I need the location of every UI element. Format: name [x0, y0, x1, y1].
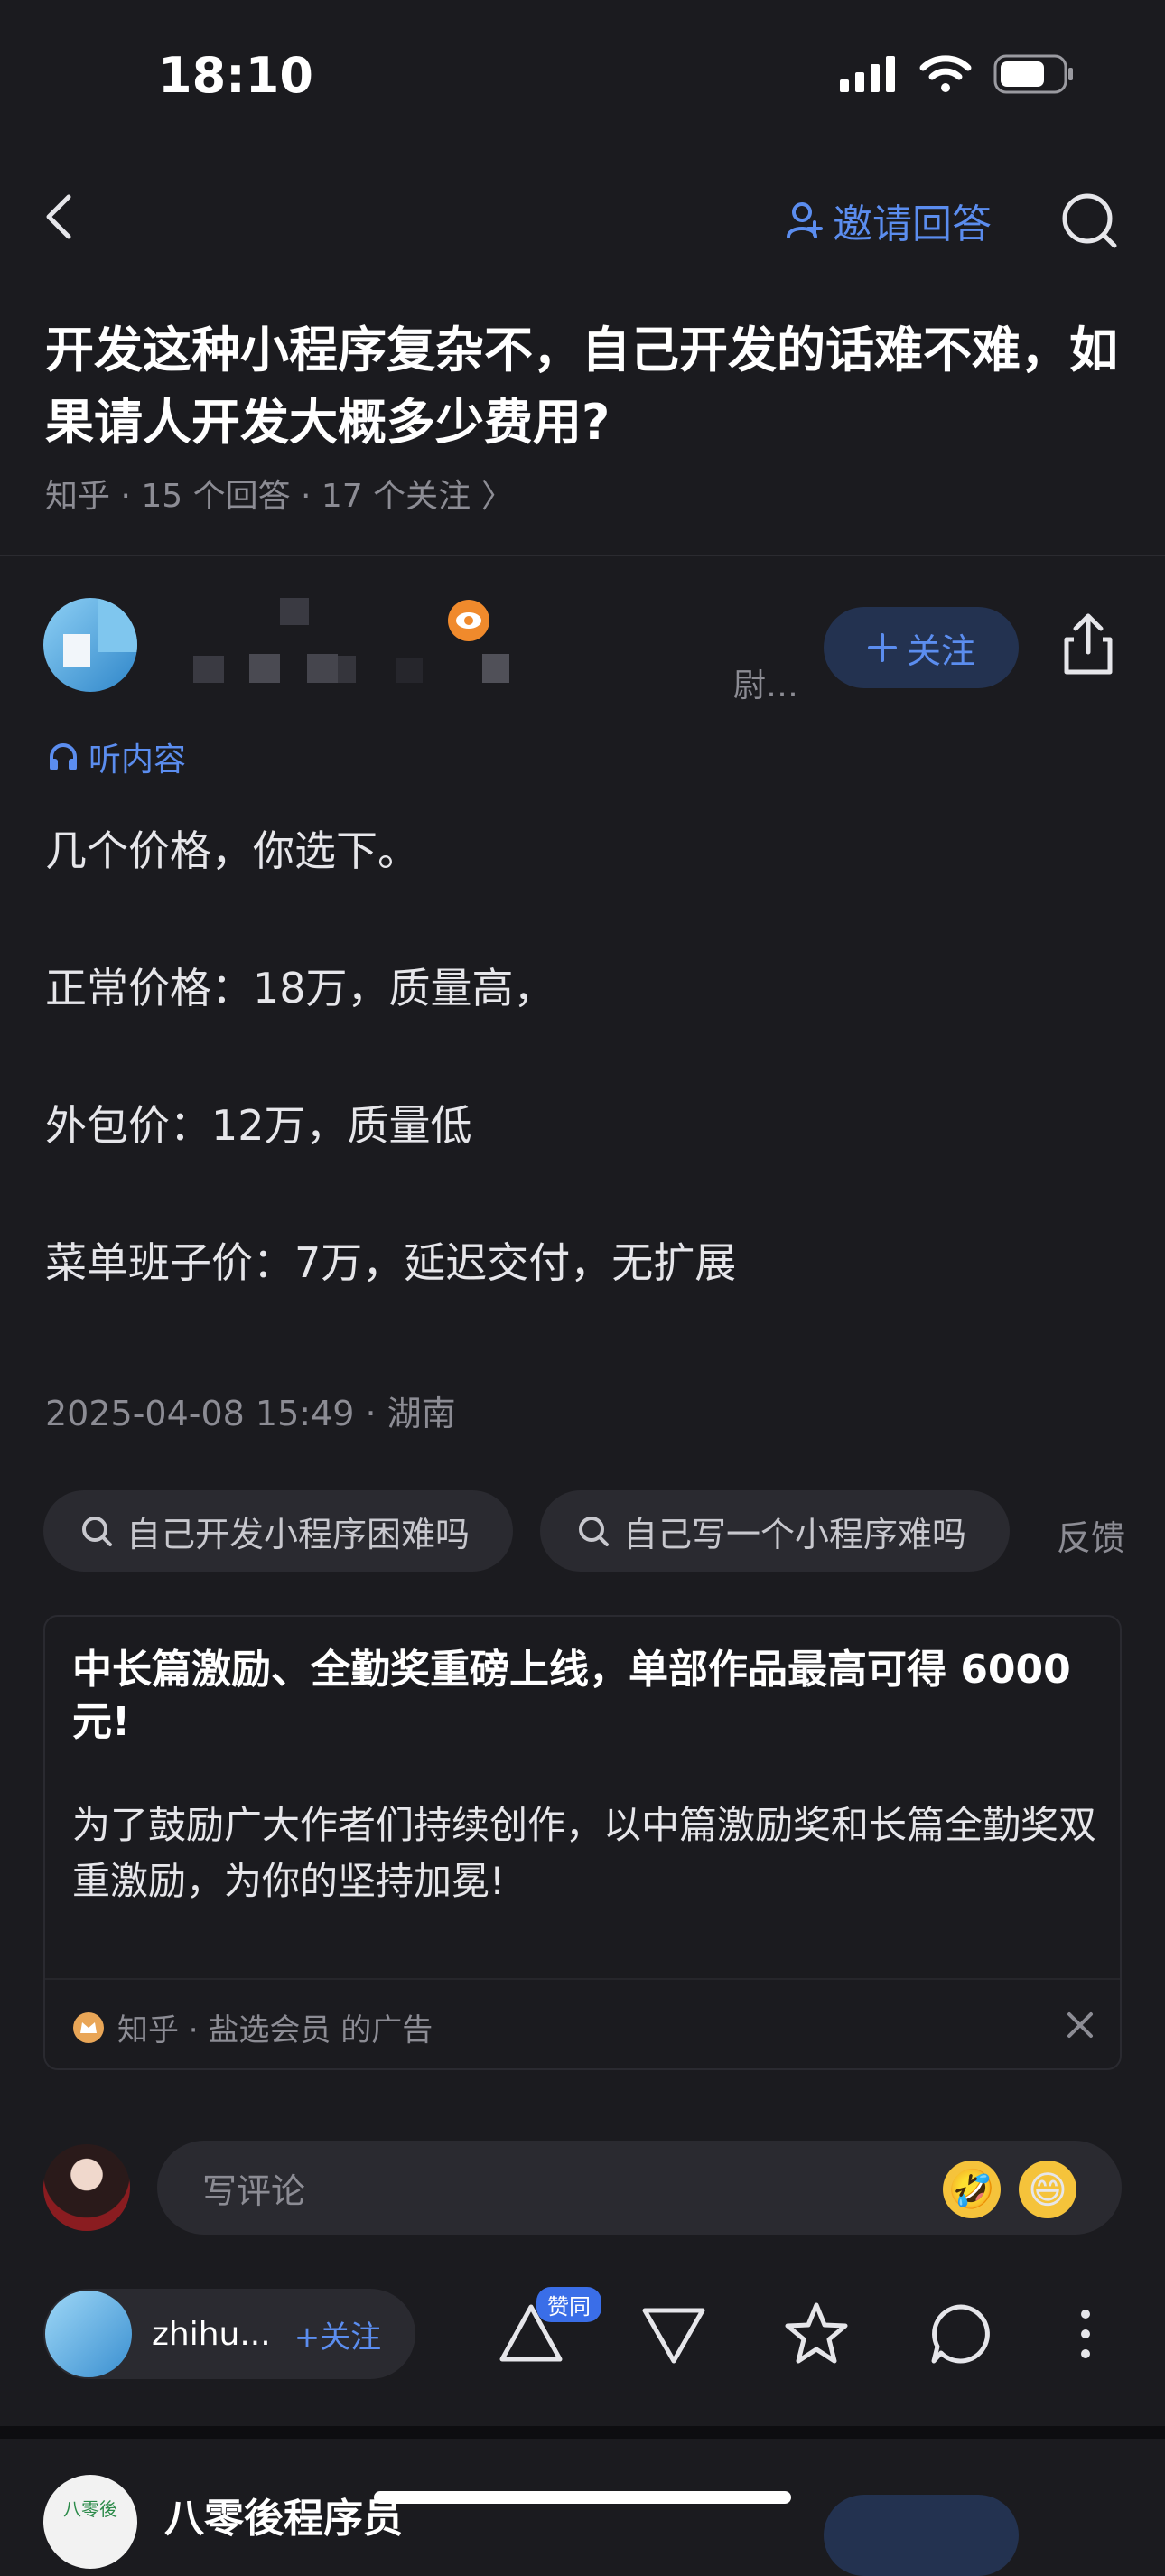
follow-button[interactable]: +关注 — [294, 2312, 382, 2357]
upvote-badge: 赞同 — [536, 2287, 601, 2322]
answer-line: 菜单班子价：7万，延迟交付，无扩展 — [45, 1238, 737, 1287]
plus-icon — [867, 633, 897, 662]
author-avatar[interactable] — [43, 598, 137, 692]
next-author-name[interactable]: 八零後程序员 — [164, 2486, 403, 2543]
author-avatar — [45, 2291, 132, 2377]
share-icon[interactable] — [1061, 612, 1115, 676]
ad-footer: 知乎 · 盐选会员 的广告 — [72, 2005, 433, 2049]
search-icon — [579, 1517, 609, 1546]
answer-line: 几个价格，你选下。 — [45, 826, 419, 875]
question-title[interactable]: 开发这种小程序复杂不，自己开发的话难不难，如果请人开发大概多少费用? — [45, 314, 1129, 459]
next-author-avatar[interactable]: 八零後 — [43, 2475, 137, 2569]
search-icon — [82, 1517, 112, 1546]
emoji-laugh-icon[interactable]: 🤣 — [943, 2161, 1001, 2218]
section-separator — [0, 2426, 1165, 2439]
back-icon[interactable] — [36, 190, 90, 244]
more-icon[interactable] — [1069, 2300, 1102, 2368]
user-avatar[interactable] — [43, 2144, 130, 2231]
signal-icon — [840, 56, 895, 92]
listen-label: 听内容 — [89, 742, 187, 779]
downvote-icon[interactable] — [639, 2300, 708, 2368]
chip-label: 自己开发小程序困难吗 — [126, 1514, 471, 1554]
follow-label: 关注 — [906, 630, 975, 671]
divider — [45, 1978, 1120, 1980]
headphones-icon — [50, 743, 77, 770]
emoji-smile-icon[interactable]: 😄 — [1019, 2161, 1076, 2218]
author-tag: 尉… — [733, 667, 799, 705]
answer-line: 外包价：12万，质量低 — [45, 1101, 472, 1150]
status-time: 18:10 — [158, 47, 313, 104]
wifi-icon — [919, 55, 972, 92]
crown-icon — [73, 2011, 104, 2043]
question-meta[interactable]: 知乎 · 15 个回答 · 17 个关注 〉 — [45, 470, 514, 517]
next-follow-button[interactable] — [824, 2495, 1019, 2576]
ad-card[interactable]: 中长篇激励、全勤奖重磅上线，单部作品最高可得 6000 元! 为了鼓励广大作者们… — [43, 1615, 1122, 2070]
search-icon[interactable] — [1058, 190, 1122, 253]
ad-footer-label: 知乎 · 盐选会员 的广告 — [117, 2012, 433, 2049]
invite-answer-button[interactable]: 邀请回答 — [786, 191, 992, 249]
author-name: zhihu... — [152, 2315, 271, 2353]
battery-icon — [993, 54, 1073, 94]
comment-placeholder: 写评论 — [202, 2170, 306, 2211]
follow-button[interactable]: 关注 — [824, 607, 1019, 688]
eye-badge-icon — [448, 600, 489, 641]
divider — [0, 555, 1165, 556]
answer-line: 正常价格：18万，质量高， — [45, 964, 555, 1013]
ad-title: 中长篇激励、全勤奖重磅上线，单部作品最高可得 6000 元! — [72, 1647, 1071, 1745]
related-search-chip[interactable]: 自己写一个小程序难吗 — [540, 1490, 1010, 1572]
status-icons — [840, 54, 1075, 94]
invite-person-icon — [787, 202, 823, 238]
related-search-chip[interactable]: 自己开发小程序困难吗 — [43, 1490, 513, 1572]
invite-label: 邀请回答 — [833, 201, 992, 247]
home-indicator[interactable] — [374, 2491, 791, 2504]
chip-label: 自己写一个小程序难吗 — [623, 1514, 967, 1554]
ad-description: 为了鼓励广大作者们持续创作，以中篇激励奖和长篇全勤奖双重激励，为你的坚持加冕! — [72, 1803, 1097, 1903]
author-name-mosaic[interactable] — [190, 598, 587, 688]
answer-author-pill[interactable]: zhihu... +关注 — [43, 2289, 415, 2379]
comment-icon[interactable] — [927, 2300, 995, 2368]
star-icon[interactable] — [782, 2300, 851, 2368]
listen-content-button[interactable]: 听内容 — [47, 733, 186, 780]
feedback-link[interactable]: 反馈 — [1057, 1510, 1125, 1560]
close-icon[interactable] — [1066, 2011, 1095, 2039]
answer-date: 2025-04-08 15:49 · 湖南 — [45, 1394, 456, 1433]
